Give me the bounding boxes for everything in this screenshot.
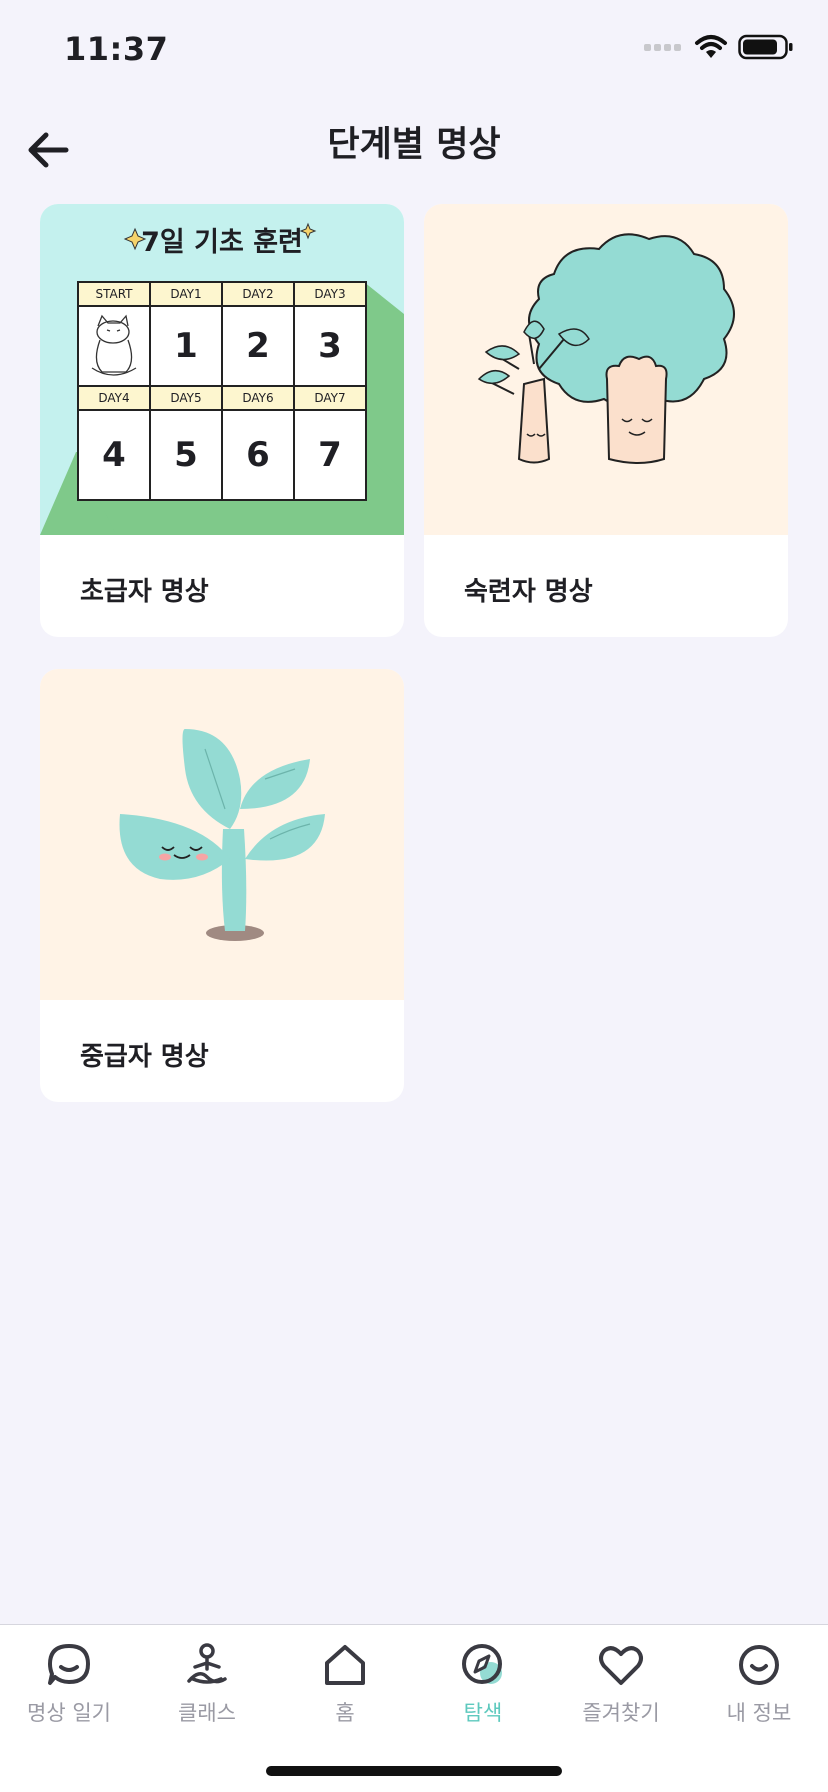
wifi-icon: [695, 35, 727, 58]
tab-label: 내 정보: [726, 1701, 792, 1725]
tab-favorites[interactable]: 즐겨찾기: [552, 1639, 690, 1729]
battery-icon: [738, 34, 793, 60]
status-time: 11:37: [64, 30, 169, 68]
tab-label: 클래스: [178, 1701, 236, 1725]
expert-illustration: [424, 204, 788, 535]
calendar-header: DAY5: [170, 391, 202, 405]
heart-icon: [599, 1646, 643, 1685]
tab-label: 홈: [335, 1701, 355, 1725]
card-label: 중급자 명상: [80, 1042, 209, 1072]
tab-label: 탐색: [463, 1701, 503, 1725]
calendar-header: DAY3: [314, 287, 346, 301]
status-icons: [644, 34, 794, 60]
tab-home[interactable]: 홈: [276, 1639, 414, 1729]
calendar-header: DAY6: [242, 391, 274, 405]
tab-class[interactable]: 클래스: [138, 1639, 276, 1729]
tab-my-info[interactable]: 내 정보: [690, 1639, 828, 1729]
page-title: 단계별 명상: [327, 125, 501, 165]
calendar-day: 7: [318, 435, 342, 475]
calendar-day: 3: [318, 326, 342, 366]
calendar-day: [78, 306, 150, 386]
calendar-header: DAY1: [170, 287, 202, 301]
meditation-person-icon: [187, 1643, 227, 1684]
tab-label: 즐겨찾기: [582, 1701, 660, 1725]
calendar-day: 4: [102, 435, 126, 475]
calendar-day: 2: [246, 326, 270, 366]
tree-characters-art: [477, 233, 735, 464]
calendar-row-1: START DAY1 DAY2 DAY3 1 2 3 DAY4 DAY5 DAY…: [78, 282, 366, 500]
card-intermediate[interactable]: 중급자 명상: [40, 669, 404, 1102]
card-label: 숙련자 명상: [464, 577, 593, 607]
card-label: 초급자 명상: [80, 577, 209, 607]
card-expert[interactable]: 숙련자 명상: [424, 204, 788, 637]
signal-icon: [644, 44, 681, 51]
calendar-header: START: [95, 287, 133, 301]
tab-meditation-diary[interactable]: 명상 일기: [0, 1639, 138, 1729]
banner-title: 7일 기초 훈련: [141, 227, 303, 258]
calendar-header: DAY2: [242, 287, 274, 301]
compass-icon: [462, 1644, 502, 1684]
calendar-day: 1: [174, 326, 198, 366]
home-icon: [325, 1645, 365, 1685]
home-indicator: [266, 1766, 562, 1776]
beginner-illustration: 7일 기초 훈련 START DAY1 DAY2 DAY3 1 2 3 DAY4…: [40, 204, 404, 535]
tab-explore[interactable]: 탐색: [414, 1639, 552, 1729]
calendar-header: DAY7: [314, 391, 346, 405]
intermediate-illustration: [40, 669, 404, 1000]
calendar-header: DAY4: [98, 391, 130, 405]
chat-smile-icon: [48, 1644, 90, 1685]
sprout-art: [119, 729, 325, 941]
header: 단계별 명상: [0, 110, 828, 180]
card-beginner[interactable]: 7일 기초 훈련 START DAY1 DAY2 DAY3 1 2 3 DAY4…: [40, 204, 404, 637]
tab-label: 명상 일기: [27, 1701, 111, 1725]
status-bar: 11:37: [0, 0, 828, 100]
smile-face-icon: [739, 1645, 779, 1685]
calendar-day: 5: [174, 435, 198, 475]
calendar-day: 6: [246, 435, 270, 475]
